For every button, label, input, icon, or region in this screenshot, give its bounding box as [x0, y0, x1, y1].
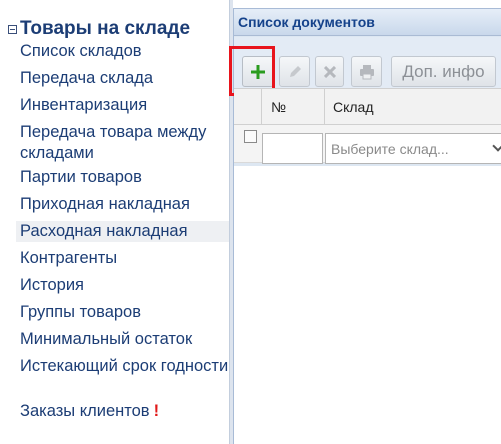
sidebar-item-goods-transfer[interactable]: Передача товара между складами [16, 122, 229, 164]
printer-icon [359, 64, 374, 79]
sidebar-item-label: История [20, 276, 84, 294]
more-info-button[interactable]: Доп. инфо [391, 56, 496, 87]
sidebar-item-expense-invoice[interactable]: Расходная накладная [16, 221, 229, 242]
sidebar-item-warehouses[interactable]: Список складов [16, 41, 229, 62]
sidebar-item-label: Приходная накладная [20, 195, 190, 213]
sidebar-header[interactable]: Товары на складе [8, 17, 190, 41]
sidebar-item-client-orders[interactable]: Заказы клиентов! [16, 401, 229, 422]
sidebar-item-counterparties[interactable]: Контрагенты [16, 248, 229, 269]
warehouse-filter-select[interactable]: Выберите склад... [325, 133, 501, 164]
select-all-checkbox[interactable] [244, 130, 257, 143]
delete-button[interactable] [315, 56, 344, 87]
sidebar-item-label: Заказы клиентов [20, 402, 150, 420]
sidebar-item-history[interactable]: История [16, 275, 229, 296]
column-header-number[interactable]: № [271, 99, 286, 115]
close-icon [323, 65, 336, 78]
sidebar-item-label: Группы товаров [20, 303, 141, 321]
sidebar-item-label: Партии товаров [20, 168, 142, 186]
print-button[interactable] [351, 56, 382, 87]
sidebar-item-label: Расходная накладная [20, 222, 188, 240]
column-header-warehouse[interactable]: Склад [333, 99, 374, 115]
sidebar-item-label: Минимальный остаток [20, 330, 193, 348]
app-root: Товары на складе Список складов Передача… [0, 0, 501, 444]
alert-icon: ! [153, 402, 160, 420]
sidebar-item-warehouse-transfer[interactable]: Передача склада [16, 68, 229, 89]
documents-header: Список документов [234, 9, 501, 36]
sidebar-item-label: Передача склада [20, 69, 154, 87]
sidebar-item-expiring[interactable]: Истекающий срок годности [16, 356, 229, 377]
sidebar-item-receipt-invoice[interactable]: Приходная накладная [16, 194, 229, 215]
collapse-icon[interactable] [8, 24, 17, 34]
chevron-down-icon[interactable] [492, 140, 501, 152]
number-filter-input[interactable] [262, 133, 323, 164]
documents-panel: Список документов Доп. инфо № Склад Выбе… [229, 8, 501, 444]
column-separator [261, 89, 262, 125]
grid-body [234, 166, 501, 444]
pencil-icon [289, 65, 301, 77]
sidebar-item-label: Контрагенты [20, 249, 118, 267]
grid-header: № Склад [234, 88, 501, 125]
sidebar: Товары на складе Список складов Передача… [0, 0, 229, 444]
edit-button[interactable] [279, 56, 310, 87]
sidebar-title: Товары на складе [20, 18, 191, 39]
sidebar-item-inventory[interactable]: Инвентаризация [16, 95, 229, 116]
sidebar-item-product-groups[interactable]: Группы товаров [16, 302, 229, 323]
column-separator [324, 89, 325, 125]
sidebar-item-min-stock[interactable]: Минимальный остаток [16, 329, 229, 350]
sidebar-item-label: Истекающий срок годности [20, 357, 229, 375]
sidebar-item-label: Инвентаризация [20, 96, 148, 114]
sidebar-item-label: Передача товара между складами [20, 123, 207, 162]
warehouse-filter-placeholder: Выберите склад... [331, 141, 449, 157]
sidebar-item-label: Список складов [20, 42, 142, 60]
sidebar-item-batches[interactable]: Партии товаров [16, 167, 229, 188]
documents-title: Список документов [238, 14, 375, 30]
